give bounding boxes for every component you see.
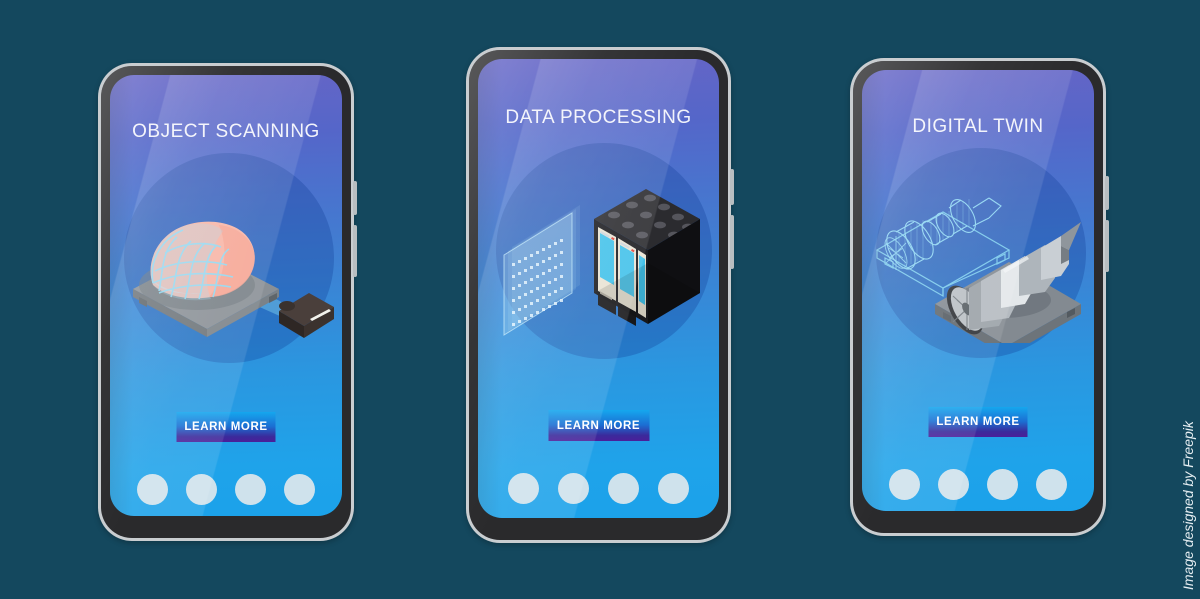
page-dot-3[interactable] <box>608 473 639 504</box>
phone-side-button-volume[interactable] <box>730 169 734 205</box>
phone-data-processing: DATA PROCESSING LEARN MORE <box>466 47 734 543</box>
turbine-twin-svg <box>875 197 1081 343</box>
phone-object-scanning: OBJECT SCANNING LEARN MORE <box>98 63 357 541</box>
brain-scanner-svg <box>132 221 334 338</box>
page-dot-4[interactable] <box>1036 469 1067 500</box>
server-rack-svg <box>503 189 700 336</box>
phone-bezel: OBJECT SCANNING LEARN MORE <box>101 66 351 538</box>
phone-bezel: DATA PROCESSING LEARN MORE <box>469 50 728 540</box>
page-dot-1[interactable] <box>508 473 539 504</box>
page-dot-1[interactable] <box>889 469 920 500</box>
freepik-attribution-watermark: Image designed by Freepik <box>1180 421 1196 590</box>
phone-digital-twin: DIGITAL TWIN LEARN MORE <box>850 58 1109 536</box>
screen-object-scanning: OBJECT SCANNING LEARN MORE <box>110 75 342 516</box>
page-dot-3[interactable] <box>235 474 266 505</box>
screen-title-data-processing: DATA PROCESSING <box>505 107 692 128</box>
phone-side-button-power[interactable] <box>353 225 357 277</box>
illustration-jet-turbine-wireframe-twin <box>862 188 1094 343</box>
phone-bezel: DIGITAL TWIN LEARN MORE <box>853 61 1103 533</box>
screen-data-processing: DATA PROCESSING LEARN MORE <box>478 59 719 518</box>
page-dot-4[interactable] <box>658 473 689 504</box>
page-dot-4[interactable] <box>284 474 315 505</box>
poster-canvas: OBJECT SCANNING LEARN MORE DATA PROCESSI… <box>0 0 1200 599</box>
screen-title-object-scanning: OBJECT SCANNING <box>132 121 320 142</box>
phone-side-button-power[interactable] <box>730 215 734 269</box>
phone-side-button-volume[interactable] <box>1105 176 1109 210</box>
illustration-server-rack-data-plane <box>478 181 719 341</box>
learn-more-button-digital-twin[interactable]: LEARN MORE <box>928 407 1028 437</box>
learn-more-button-object-scanning[interactable]: LEARN MORE <box>176 412 276 442</box>
screen-digital-twin: DIGITAL TWIN LEARN MORE <box>862 70 1094 511</box>
learn-more-button-data-processing[interactable]: LEARN MORE <box>548 410 649 441</box>
page-dot-3[interactable] <box>987 469 1018 500</box>
page-indicator-dots-digital-twin <box>862 469 1094 500</box>
page-dot-2[interactable] <box>558 473 589 504</box>
screen-title-digital-twin: DIGITAL TWIN <box>912 116 1044 137</box>
page-indicator-dots-data-processing <box>478 473 719 504</box>
phone-side-button-volume[interactable] <box>353 181 357 215</box>
illustration-brain-3d-scanner <box>110 193 342 343</box>
phone-side-button-power[interactable] <box>1105 220 1109 272</box>
page-dot-1[interactable] <box>137 474 168 505</box>
page-dot-2[interactable] <box>938 469 969 500</box>
page-indicator-dots-object-scanning <box>110 474 342 505</box>
page-dot-2[interactable] <box>186 474 217 505</box>
